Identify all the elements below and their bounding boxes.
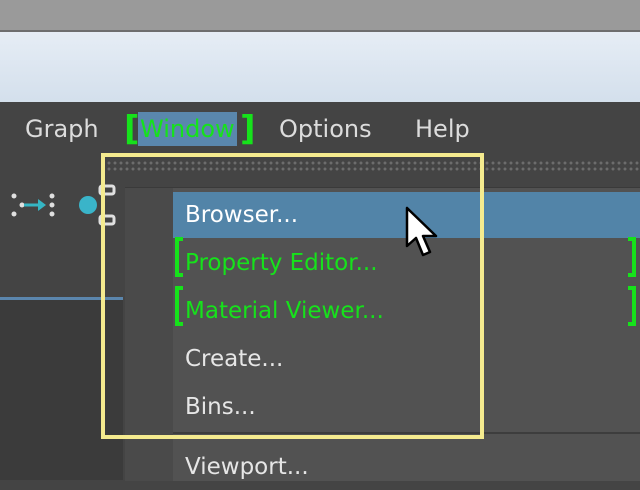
menu-window[interactable]: Window: [138, 112, 237, 146]
mouse-cursor-icon: [404, 206, 440, 264]
title-bar: [0, 30, 640, 104]
menu-item-viewport[interactable]: Viewport...: [173, 444, 640, 490]
annotation-bracket-right: [628, 286, 636, 326]
menu-graph[interactable]: Graph: [25, 112, 99, 146]
menu-help[interactable]: Help: [415, 112, 470, 146]
annotation-bracket-right: ]: [240, 109, 256, 149]
menu-bar: Graph [ Window ] Options Help: [0, 102, 640, 152]
highlight-annotation-box: [101, 153, 484, 439]
top-strip: [0, 0, 640, 30]
menu-options[interactable]: Options: [279, 112, 372, 146]
annotation-bracket-right: [628, 237, 636, 277]
graph-input-connections-icon[interactable]: [10, 190, 56, 224]
